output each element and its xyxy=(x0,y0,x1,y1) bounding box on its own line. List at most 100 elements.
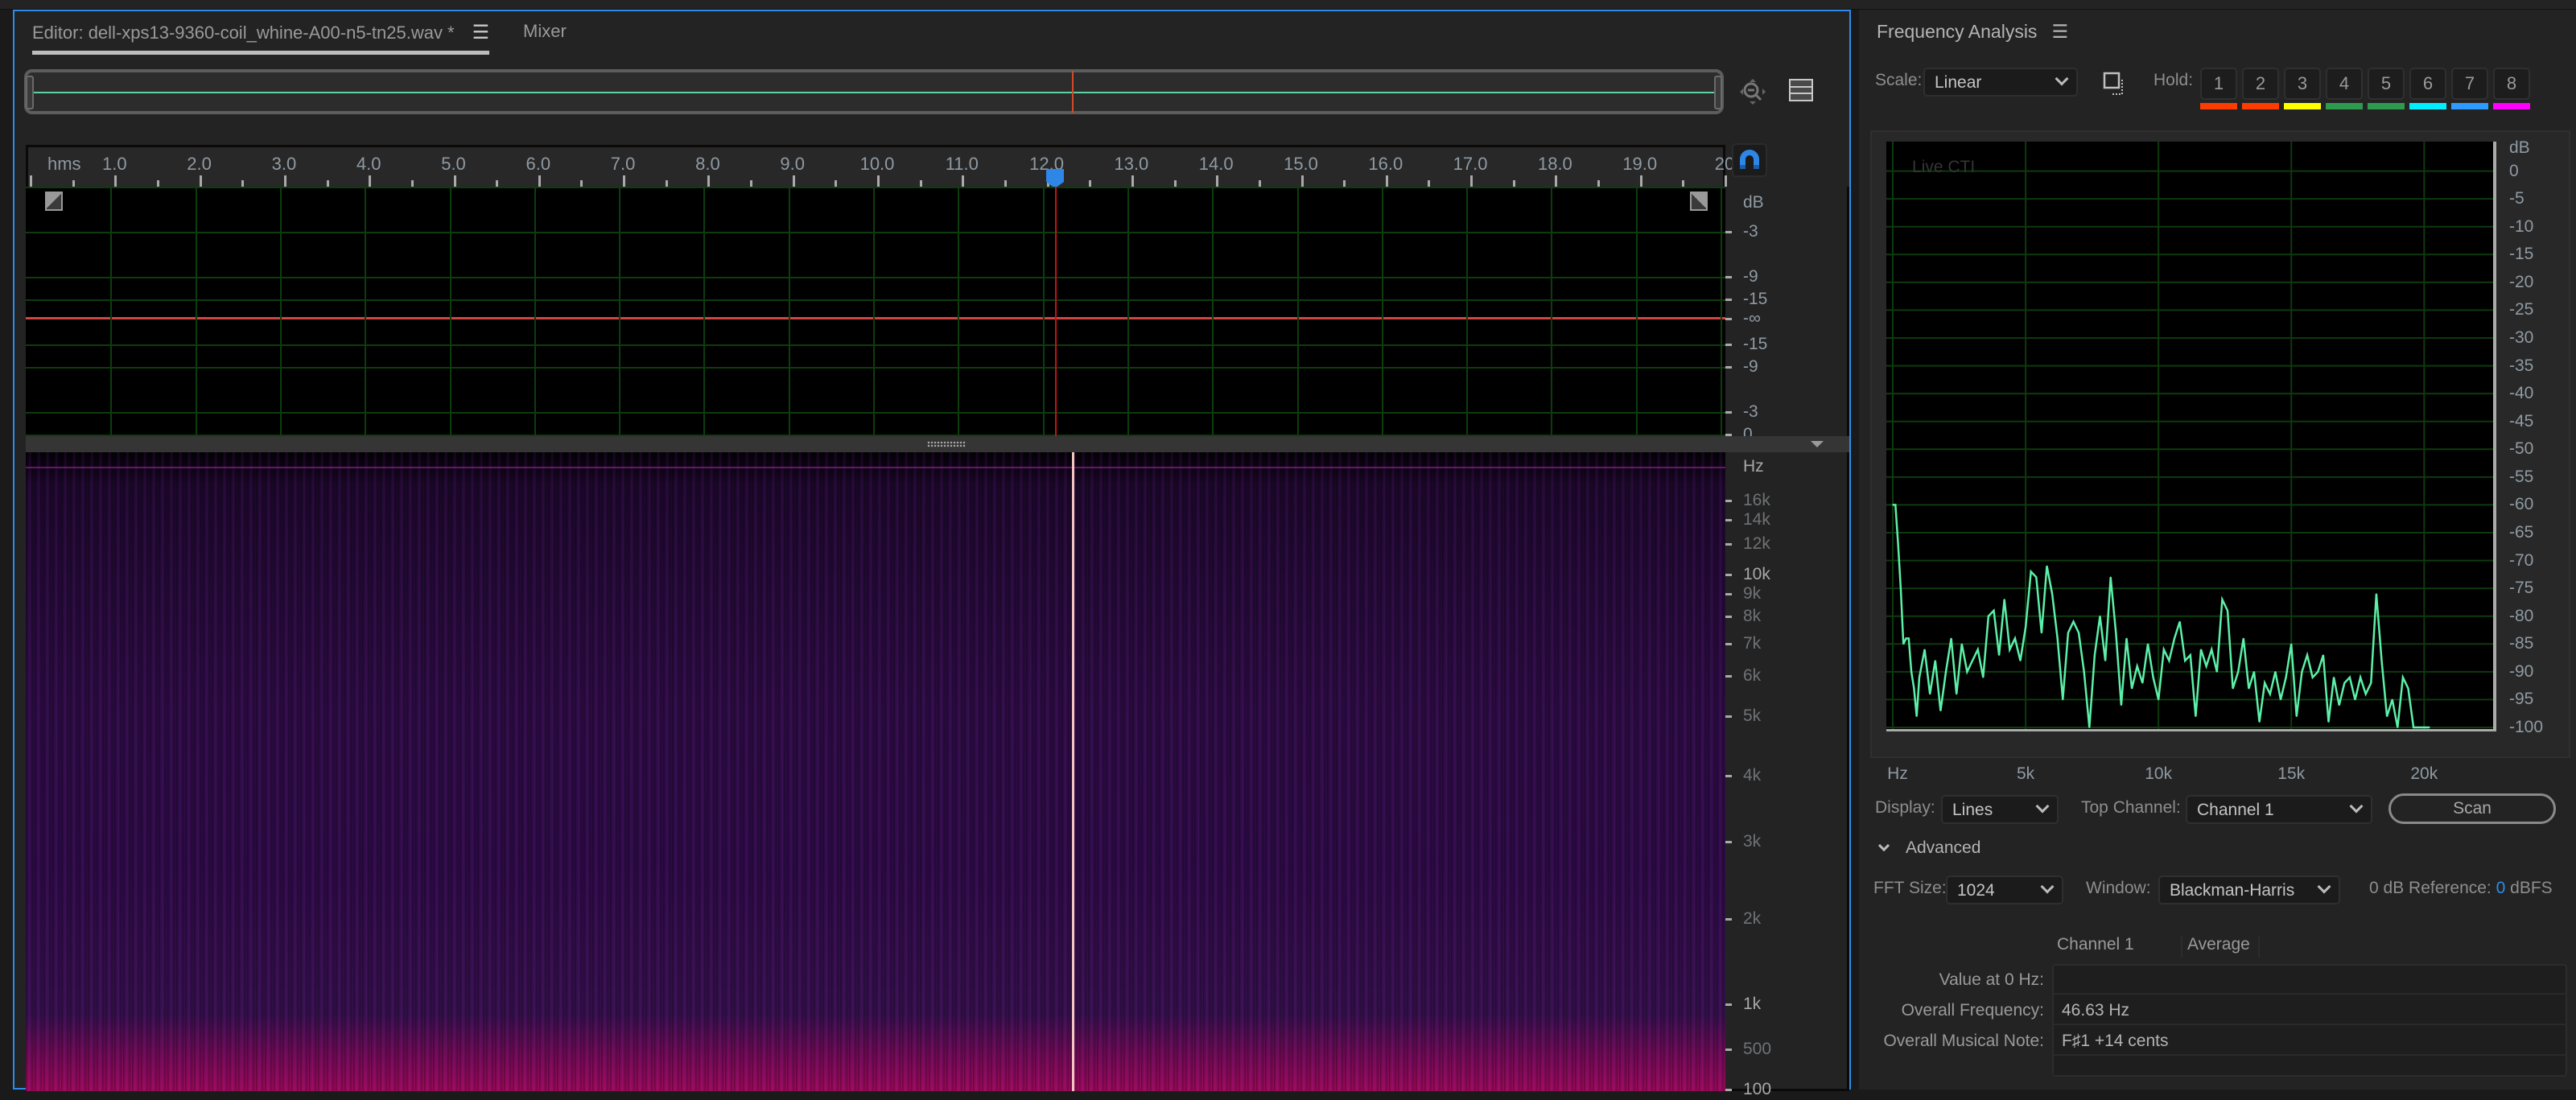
fft-size-select[interactable]: 1024 xyxy=(1946,875,2063,904)
spectrum-point xyxy=(2115,632,2117,634)
spectrum-point xyxy=(2306,654,2308,656)
y-tick-label: -25 xyxy=(2509,300,2534,319)
panel-menu-icon[interactable]: ☰ xyxy=(472,22,490,43)
track-display-icon[interactable] xyxy=(1788,77,1814,103)
ruler-tick xyxy=(919,180,922,187)
spectrum-point xyxy=(2205,665,2207,667)
spectrum-point xyxy=(2323,654,2324,656)
spectrum-point xyxy=(2125,637,2128,640)
hz-scale-label: 500 xyxy=(1743,1040,1772,1058)
playhead-handle[interactable] xyxy=(1046,169,1065,188)
overview-left-handle[interactable] xyxy=(26,76,34,109)
spectrum-point xyxy=(2162,649,2165,650)
frequency-hz-scale: Hz 16k 14k 12k 10k 9k 8k 7k 6k 5k 4k 3k 2k 1k 500 100 xyxy=(1725,452,1849,1098)
scan-button[interactable]: Scan xyxy=(2388,793,2556,824)
hold-button-8[interactable]: 8 xyxy=(2493,68,2530,100)
divider-grip[interactable] xyxy=(927,441,966,447)
overview-playhead xyxy=(1072,71,1074,113)
column-header-channel-1: Channel 1 xyxy=(2057,935,2134,954)
spectrogram-high-band xyxy=(26,467,1725,468)
top-channel-select[interactable]: Channel 1 xyxy=(2186,795,2372,824)
ruler-label: 19.0 xyxy=(1622,154,1658,174)
hz-scale-label: 5k xyxy=(1743,707,1762,725)
spectrum-point xyxy=(2184,660,2186,661)
hold-color-swatch xyxy=(2242,103,2279,109)
spectrum-point xyxy=(2243,637,2244,640)
db-reference-unit: dBFS xyxy=(2510,879,2553,897)
ruler-tick xyxy=(241,180,245,187)
zoom-navigator-overview[interactable] xyxy=(24,69,1724,114)
spectrum-point xyxy=(2030,571,2032,573)
spectrum-point xyxy=(2083,671,2085,673)
ruler-tick xyxy=(156,180,159,187)
ruler-tick xyxy=(199,175,202,187)
hold-button-6[interactable]: 6 xyxy=(2409,68,2446,100)
spectrum-point xyxy=(2354,698,2356,701)
hold-color-swatch xyxy=(2326,103,2363,109)
spectrum-point xyxy=(2364,693,2367,695)
hold-button-3[interactable]: 3 xyxy=(2284,68,2321,100)
grid-line xyxy=(449,187,451,436)
spectrum-point xyxy=(2041,632,2042,634)
hold-button-2[interactable]: 2 xyxy=(2242,68,2279,100)
hz-scale-label: 4k xyxy=(1743,766,1762,785)
db-reference-value[interactable]: 0 xyxy=(2496,879,2506,897)
db-scale-label: -∞ xyxy=(1743,309,1761,328)
spectrum-point xyxy=(2158,698,2159,701)
ruler-label: 10.0 xyxy=(859,154,895,174)
spectrum-point xyxy=(2195,715,2197,717)
advanced-section-toggle[interactable]: Advanced xyxy=(1906,838,1980,858)
ruler-tick xyxy=(1682,180,1685,187)
spectrum-point xyxy=(2131,687,2133,690)
db-scale-label: -9 xyxy=(1743,267,1758,286)
panel-menu-icon[interactable]: ☰ xyxy=(2051,21,2068,42)
spectrum-point xyxy=(2280,698,2281,701)
ruler-label: 13.0 xyxy=(1114,154,1149,174)
zoom-out-navigation-icon[interactable] xyxy=(1737,76,1769,108)
db-reference: 0 dB Reference: 0 dBFS xyxy=(2369,879,2553,898)
spectrum-point xyxy=(2370,682,2372,684)
waveform-spectral-divider[interactable] xyxy=(26,436,1849,452)
scale-select[interactable]: Linear xyxy=(1923,68,2078,97)
collapse-triangle-icon[interactable] xyxy=(1811,441,1824,447)
snap-toggle-button[interactable] xyxy=(1732,143,1767,177)
spectrum-point xyxy=(2147,643,2149,645)
hold-color-swatch xyxy=(2409,103,2446,109)
grid-line xyxy=(26,412,1725,414)
tab-mixer[interactable]: Mixer xyxy=(523,21,567,42)
spectrum-point xyxy=(2343,682,2346,684)
overview-right-handle[interactable] xyxy=(1714,76,1722,109)
hz-scale-label: 1k xyxy=(1743,995,1762,1013)
hold-button-4[interactable]: 4 xyxy=(2326,68,2363,100)
advanced-expand-chevron-icon[interactable] xyxy=(1877,839,1890,852)
display-label: Display: xyxy=(1875,798,1935,817)
frequency-x-axis xyxy=(1886,729,2496,731)
spectrum-point xyxy=(2046,565,2048,567)
window-label: Window: xyxy=(2086,879,2151,897)
spectrum-point xyxy=(1902,643,1905,645)
spectral-frequency-display[interactable] xyxy=(26,452,1725,1091)
grid-line xyxy=(1381,187,1383,436)
ruler-label: 14.0 xyxy=(1198,154,1234,174)
waveform-display[interactable] xyxy=(26,187,1725,436)
hold-button-1[interactable]: 1 xyxy=(2200,68,2237,100)
hz-scale-tick xyxy=(1725,1089,1732,1091)
fade-in-handle[interactable] xyxy=(45,192,63,211)
fade-out-handle[interactable] xyxy=(1690,192,1708,211)
display-select[interactable]: Lines xyxy=(1941,795,2059,824)
tab-editor[interactable]: Editor: dell-xps13-9360-coil_whine-A00-n… xyxy=(32,21,490,55)
db-unit-label: dB xyxy=(1743,193,1764,212)
grid-line xyxy=(1551,187,1553,436)
panel-title-text: Frequency Analysis xyxy=(1877,21,2038,42)
frequency-plot-area[interactable]: Live CTI xyxy=(1886,142,2493,729)
lock-to-window-icon[interactable] xyxy=(2102,71,2128,97)
hold-button-5[interactable]: 5 xyxy=(2368,68,2405,100)
time-ruler[interactable]: hms 1.0 2.0 3.0 4.0 5.0 6.0 7.0 8.0 9.0 10.0 11.0 1… xyxy=(26,145,1734,187)
window-select[interactable]: Blackman-Harris xyxy=(2158,875,2340,904)
hold-button-7[interactable]: 7 xyxy=(2451,68,2488,100)
db-scale-tick xyxy=(1725,231,1732,233)
hz-scale-tick xyxy=(1725,918,1732,921)
frequency-analysis-panel: Frequency Analysis ☰ Scale: Linear Hold: … xyxy=(1859,10,2576,1090)
ruler-tick xyxy=(1089,180,1092,187)
grid-line xyxy=(1212,187,1214,436)
